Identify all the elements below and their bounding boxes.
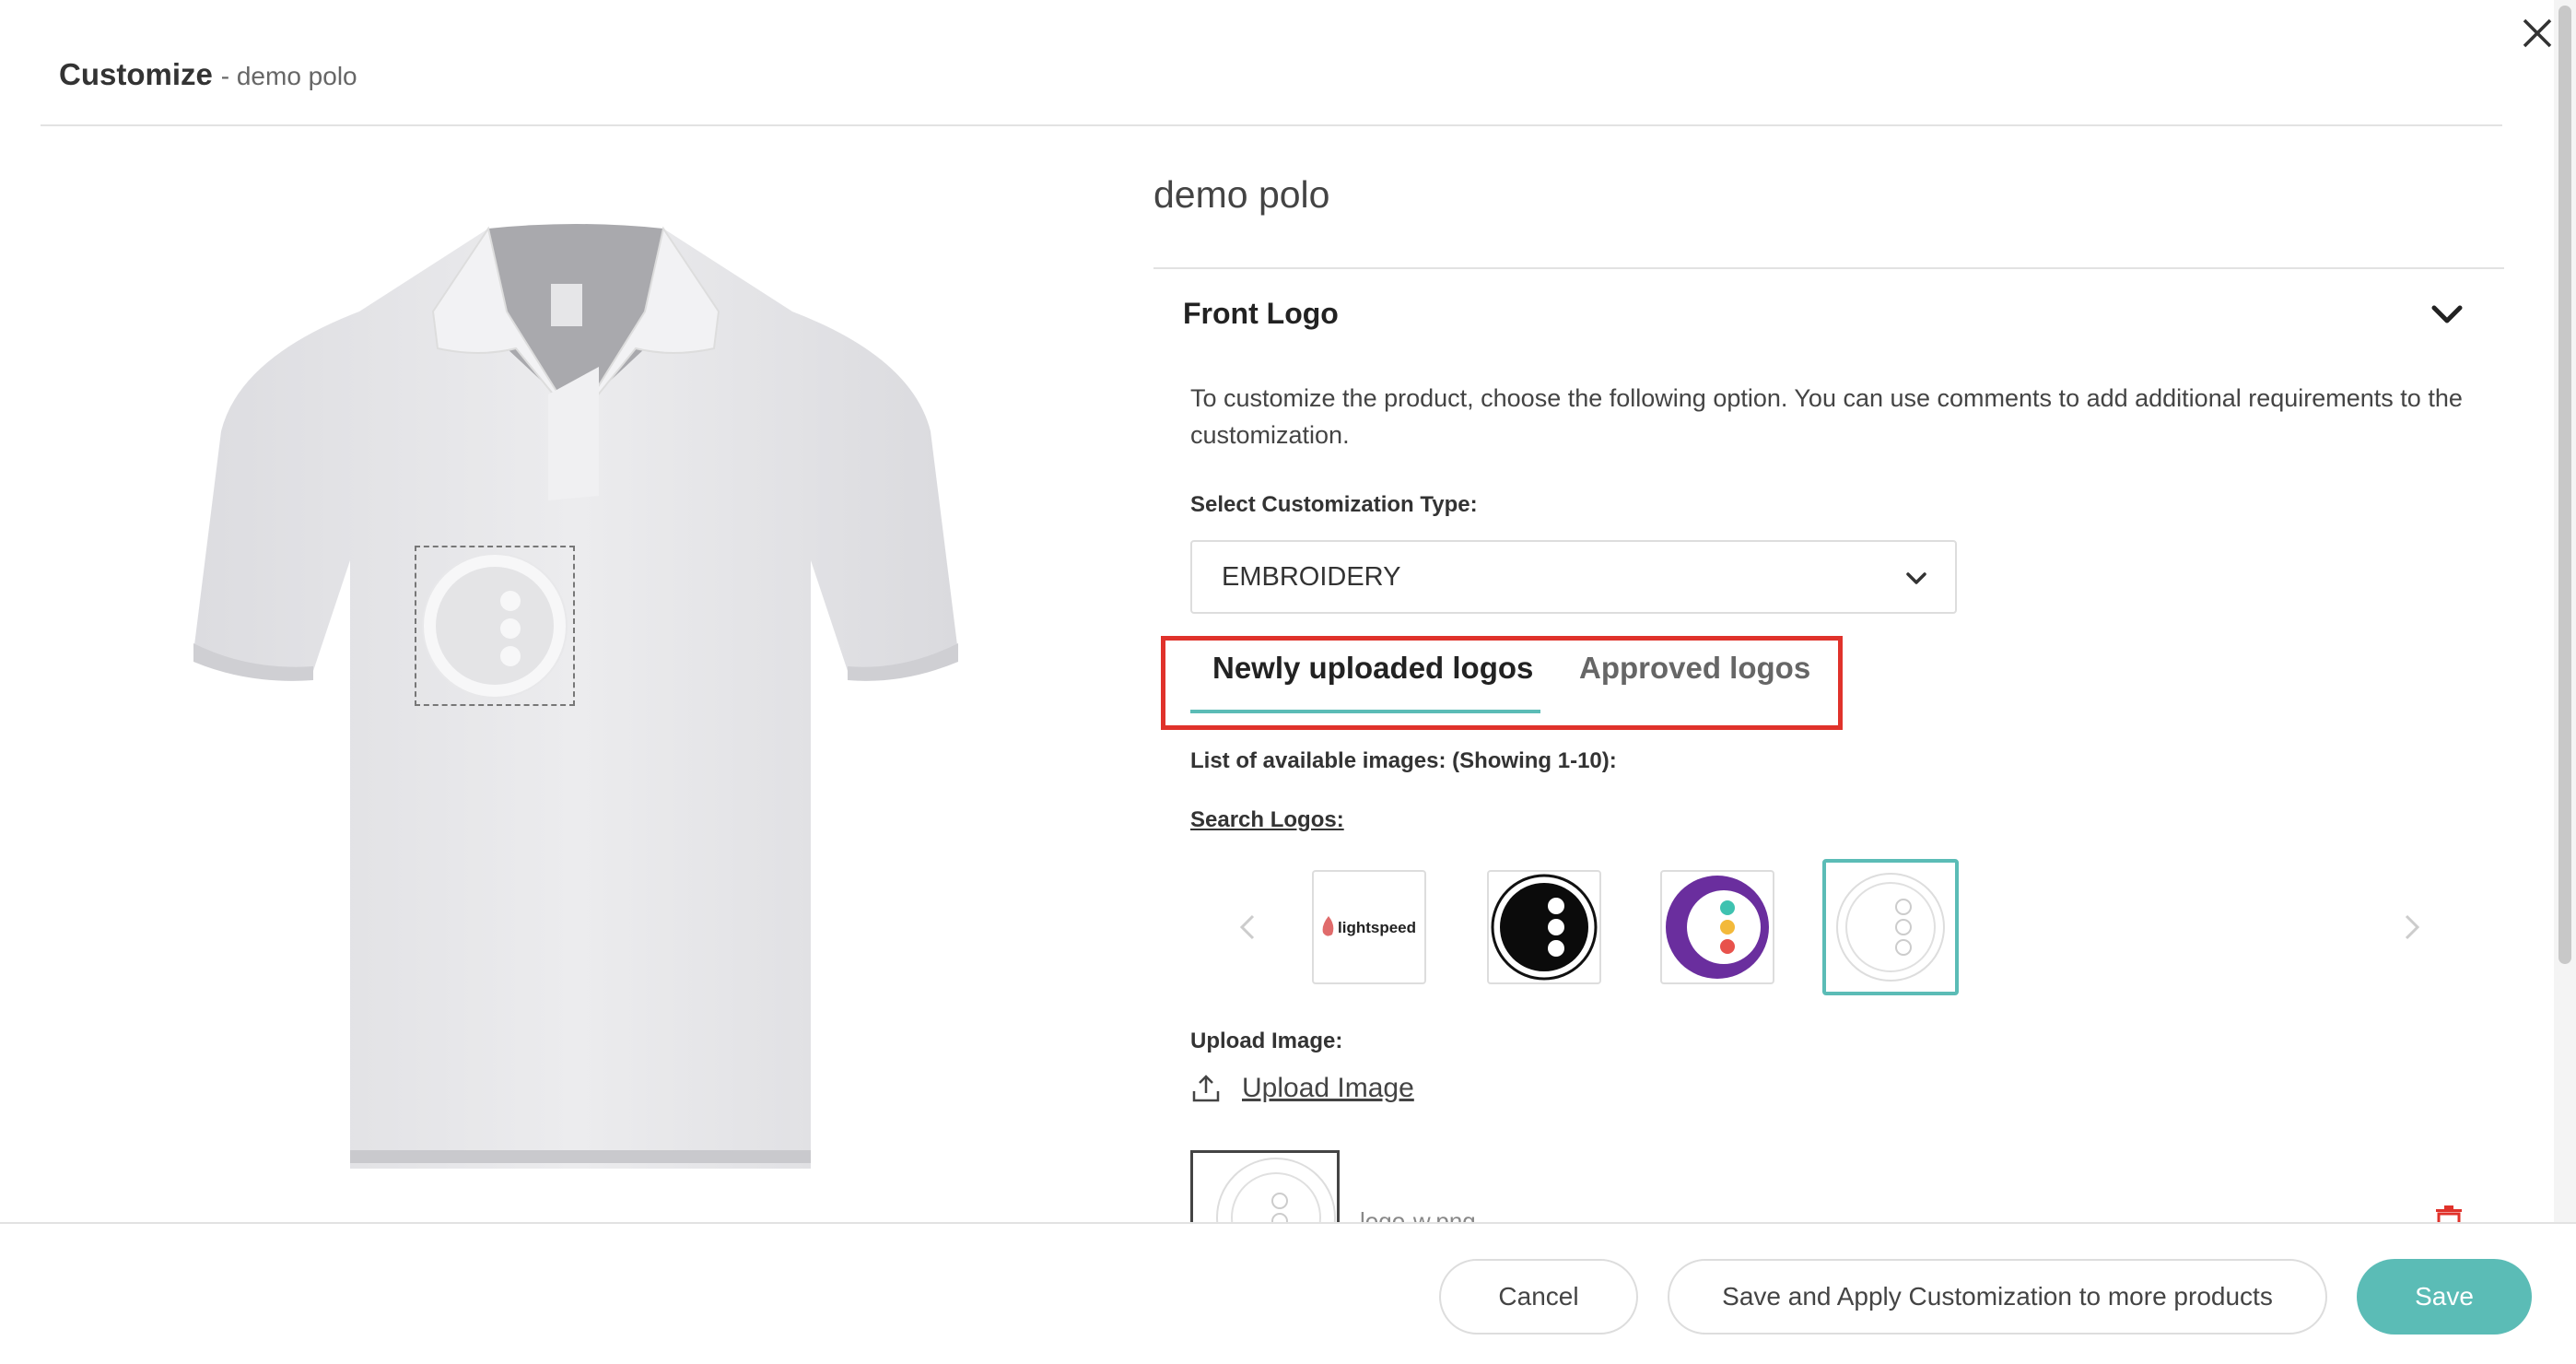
modal-header: Customize - demo polo [59,57,357,92]
section-title: Front Logo [1183,297,1339,330]
lightspeed-logo-text: lightspeed [1338,919,1416,936]
customization-type-select[interactable]: EMBROIDERY [1190,540,1957,614]
close-button[interactable] [2517,13,2558,53]
lightspeed-logo-icon: lightspeed [1322,916,1416,936]
scrollbar[interactable] [2554,0,2576,1222]
uploaded-image-thumb [1190,1150,1340,1233]
black-dots-logo-icon [1491,874,1598,981]
carousel-prev-button[interactable] [1235,911,1262,944]
save-and-apply-button[interactable]: Save and Apply Customization to more pro… [1668,1259,2327,1335]
logo-thumb-white[interactable] [1822,859,1959,995]
search-logos-link[interactable]: Search Logos: [1190,807,1344,833]
panel-divider [1153,267,2504,269]
save-button[interactable]: Save [2357,1259,2532,1335]
upload-icon [1192,1075,1220,1102]
images-list-label: List of available images: (Showing 1-10)… [1190,748,1617,773]
upload-image-text: Upload Image [1242,1073,1414,1103]
modal-subtitle: - demo polo [220,62,357,90]
uploaded-logo-icon [1216,1158,1336,1233]
chevron-down-icon [1906,572,1926,584]
chevron-left-icon [1239,914,1255,940]
scrollbar-thumb[interactable] [2558,6,2571,964]
active-tab-indicator [1190,710,1540,713]
customization-type-label: Select Customization Type: [1190,492,1478,517]
carousel-next-button[interactable] [2397,911,2425,944]
chevron-down-icon [2431,305,2463,323]
cancel-button[interactable]: Cancel [1439,1259,1638,1335]
white-dots-logo-icon [1836,873,1945,982]
trash-icon [2436,1205,2462,1224]
close-icon [2523,18,2552,48]
delete-upload-button[interactable] [2432,1204,2465,1224]
chevron-right-icon [2405,914,2420,940]
logo-placement-area[interactable] [415,546,575,706]
tab-newly-uploaded-logos[interactable]: Newly uploaded logos [1212,651,1533,686]
logo-thumb-lightspeed[interactable]: lightspeed [1312,870,1426,984]
customization-type-value: EMBROIDERY [1222,561,1401,592]
tab-approved-logos[interactable]: Approved logos [1579,651,1810,686]
logo-thumb-black[interactable] [1487,870,1601,984]
product-name: demo polo [1153,173,1330,216]
upload-image-label: Upload Image: [1190,1029,1343,1053]
purple-dots-logo-icon [1666,876,1769,979]
section-description: To customize the product, choose the fol… [1190,384,2463,449]
modal-title: Customize [59,57,213,91]
product-preview-image [193,224,958,1169]
section-toggle[interactable] [2429,297,2465,334]
logo-preview-icon [422,553,568,699]
upload-image-link[interactable]: Upload Image [1190,1073,1414,1104]
logo-thumb-purple[interactable] [1660,870,1774,984]
header-divider [41,124,2502,126]
